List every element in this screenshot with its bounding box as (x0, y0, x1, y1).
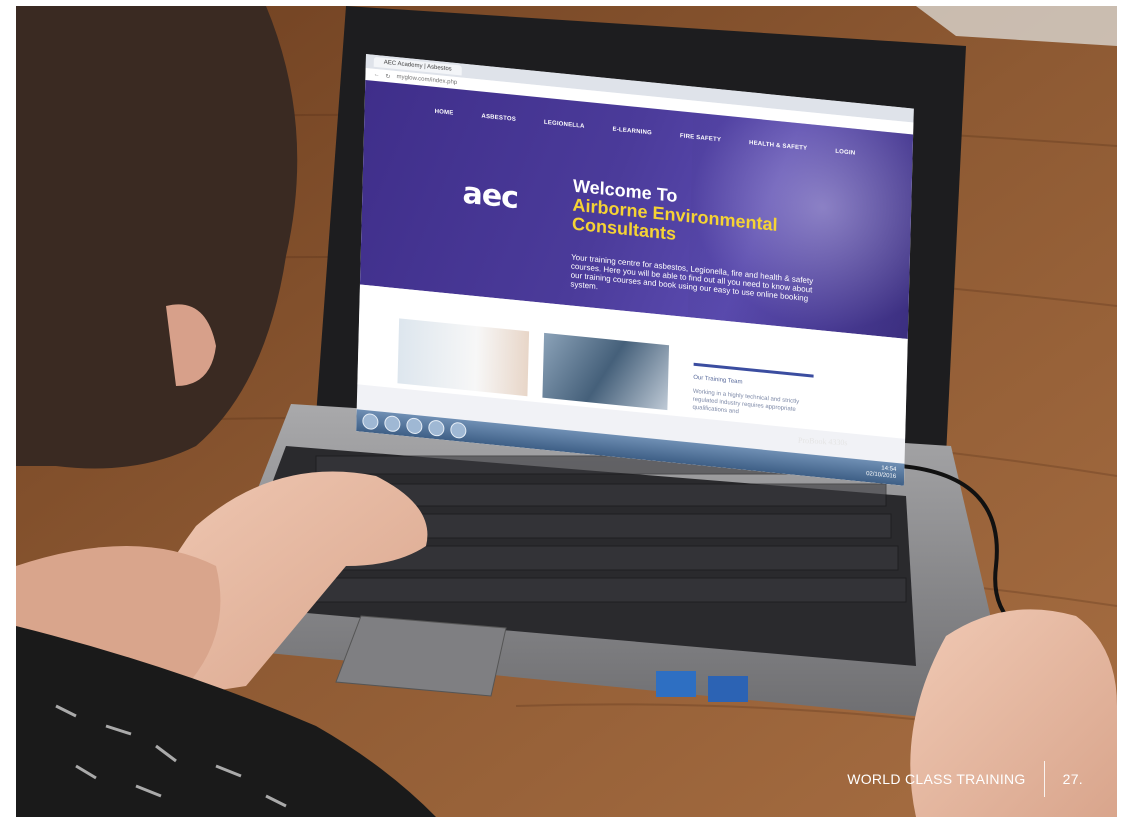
nav-legionella[interactable]: LEGIONELLA (544, 120, 585, 130)
laptop-screen: AEC Academy | Asbestos ← ↻ myglow.com/in… (356, 54, 914, 486)
intel-sticker (656, 671, 696, 697)
windows-sticker (708, 676, 748, 702)
caption-divider (1043, 761, 1045, 797)
page-number: 27. (1062, 771, 1083, 787)
app-icon[interactable] (450, 421, 467, 440)
training-team-panel: Our Training Team Working in a highly te… (692, 362, 814, 435)
ie-icon[interactable] (384, 414, 401, 433)
reload-icon[interactable]: ↻ (385, 72, 390, 79)
chrome-icon[interactable] (428, 419, 445, 437)
taskbar-clock[interactable]: 14:54 02/10/2016 (866, 464, 896, 481)
microscope-image[interactable] (397, 318, 530, 397)
touchpad (335, 615, 507, 697)
nav-e-learning[interactable]: E-LEARNING (612, 127, 651, 137)
nav-home[interactable]: HOME (435, 109, 454, 117)
site-logo[interactable]: aec (462, 176, 518, 216)
panel-text: Working in a highly technical and strict… (692, 388, 800, 416)
folder-icon[interactable] (406, 417, 423, 435)
caption: WORLD CLASS TRAINING 27. (847, 761, 1083, 797)
start-icon[interactable] (362, 412, 379, 431)
photo: hp (16, 6, 1117, 817)
nav-asbestos[interactable]: ASBESTOS (481, 114, 516, 123)
molecule-image[interactable] (542, 332, 670, 411)
caption-text: WORLD CLASS TRAINING (847, 771, 1026, 787)
back-icon[interactable]: ← (373, 72, 379, 79)
